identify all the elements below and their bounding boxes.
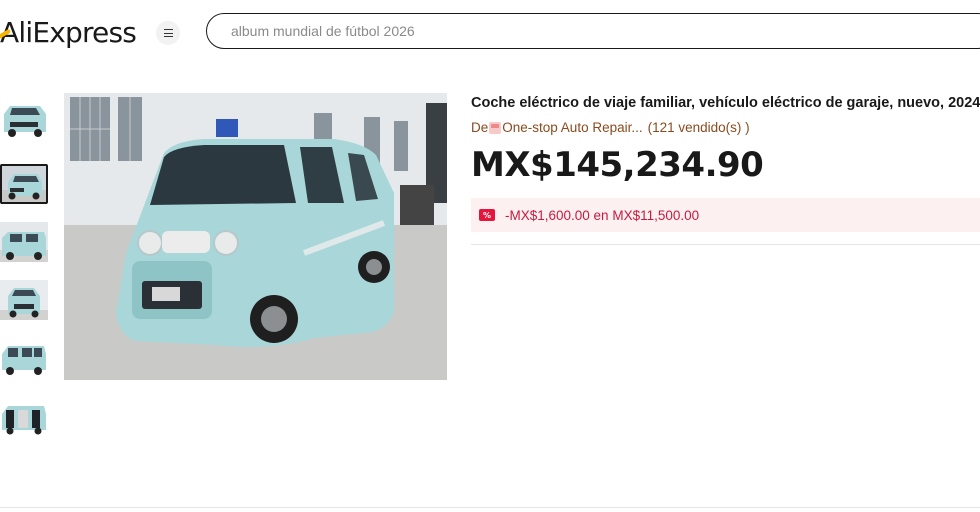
thumbnail-6[interactable] [0,396,48,436]
store-line: De One-stop Auto Repair... (121 vendido(… [471,119,980,137]
thumbnail-3[interactable] [0,222,48,262]
thumbnail-2[interactable] [0,164,48,204]
sold-count: (121 vendido(s) ) [647,120,750,135]
search-bar[interactable] [206,13,980,49]
hamburger-icon [163,29,173,37]
thumbnail-4[interactable] [0,280,48,320]
logo-a-mark: A [0,16,19,49]
main-product-image[interactable] [64,93,447,380]
bottom-divider [0,507,980,508]
product-info: Coche eléctrico de viaje familiar, vehíc… [471,93,980,232]
store-prefix: De [471,120,489,135]
coupon-icon: % [479,209,495,221]
thumbnail-5[interactable] [0,338,48,378]
menu-button[interactable] [156,21,180,45]
search-input[interactable] [231,23,980,39]
store-name-link[interactable]: One-stop Auto Repair... [502,119,642,137]
header: AliExpress [0,0,980,64]
store-icon [489,122,502,134]
product-price: MX$145,234.90 [471,145,764,185]
logo-text: liExpress [18,15,137,49]
coupon-text: -MX$1,600.00 en MX$11,500.00 [505,207,700,223]
coupon-banner[interactable]: % -MX$1,600.00 en MX$11,500.00 › [471,198,980,232]
thumbnail-1[interactable] [0,100,48,140]
aliexpress-logo[interactable]: AliExpress [0,14,137,50]
product-title: Coche eléctrico de viaje familiar, vehíc… [471,95,980,111]
divider [471,244,980,245]
